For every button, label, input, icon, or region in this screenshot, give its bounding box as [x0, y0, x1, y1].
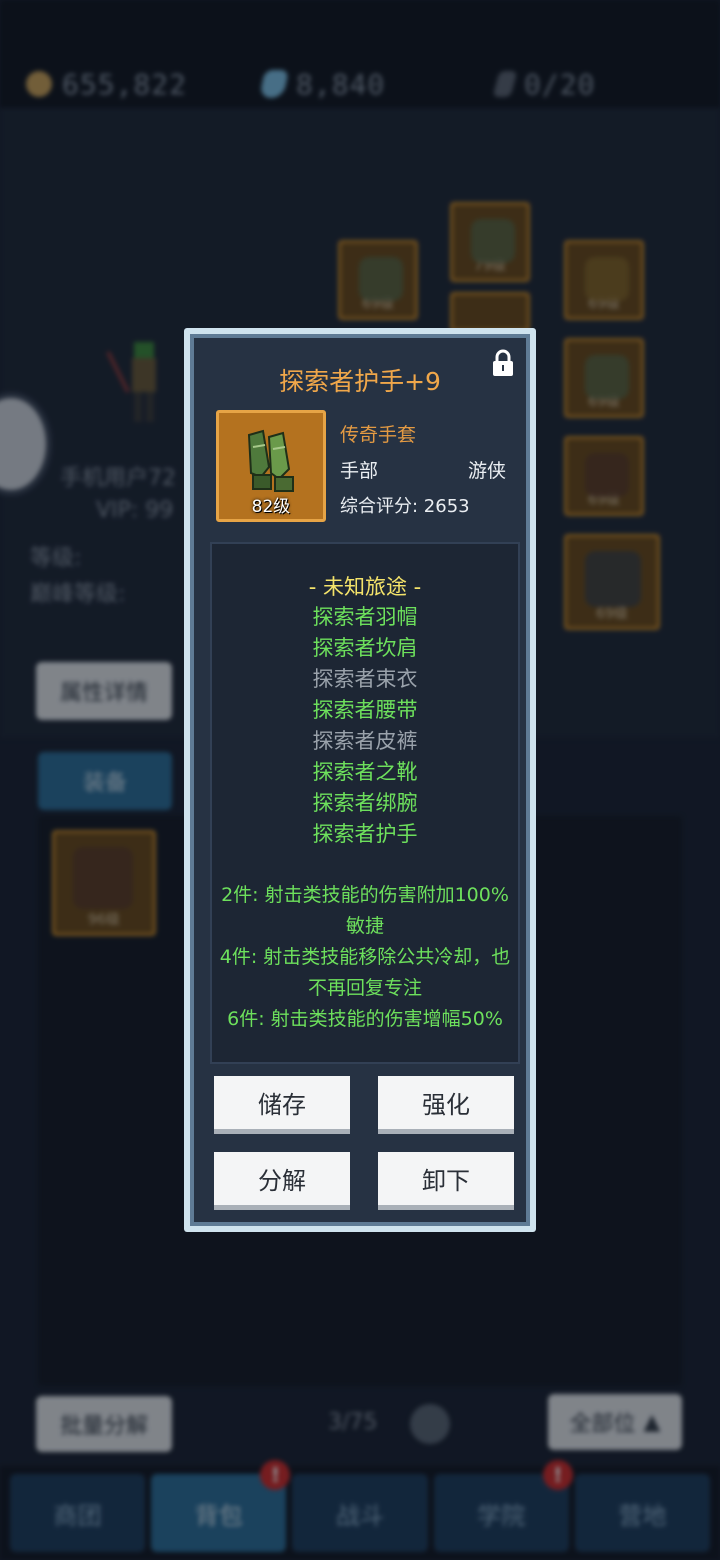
set-bonus-4: 4件: 射击类技能移除公共冷却，也不再回复专注 — [219, 946, 511, 999]
store-button[interactable]: 储存 — [214, 1076, 350, 1134]
set-piece: 探索者坎肩 — [312, 636, 418, 660]
set-bonus-2: 2件: 射击类技能的伤害附加100%敏捷 — [221, 884, 509, 937]
unequip-button[interactable]: 卸下 — [378, 1152, 514, 1210]
enhance-button[interactable]: 强化 — [378, 1076, 514, 1134]
set-piece-list: 探索者羽帽 探索者坎肩 探索者束衣 探索者腰带 探索者皮裤 探索者之靴 探索者绑… — [212, 602, 518, 850]
set-piece: 探索者之靴 — [312, 760, 418, 784]
green-glove-icon — [247, 429, 294, 492]
set-piece: 探索者束衣 — [312, 667, 418, 691]
item-name: 探索者护手+9 — [279, 367, 441, 396]
dismantle-button[interactable]: 分解 — [214, 1152, 350, 1210]
lock-icon[interactable] — [490, 348, 516, 378]
set-piece: 探索者腰带 — [312, 698, 418, 722]
set-description-panel: - 未知旅途 - 探索者羽帽 探索者坎肩 探索者束衣 探索者腰带 探索者皮裤 探… — [210, 542, 520, 1064]
set-bonus-6: 6件: 射击类技能的伤害增幅50% — [227, 1008, 503, 1030]
item-score: 综合评分: 2653 — [340, 496, 470, 517]
set-piece: 探索者皮裤 — [312, 729, 418, 753]
item-class: 游侠 — [467, 460, 506, 482]
set-piece: 探索者护手 — [312, 822, 418, 846]
set-bonus-list: 2件: 射击类技能的伤害附加100%敏捷 4件: 射击类技能移除公共冷却，也不再… — [212, 880, 518, 1035]
set-name: - 未知旅途 - — [308, 575, 422, 599]
item-detail-dialog: 探索者护手+9 82级 传奇手套 手部 游侠 综合评分: 2653 - 未知旅途… — [184, 328, 536, 1232]
set-piece: 探索者绑腕 — [312, 791, 418, 815]
item-slot: 手部 — [340, 460, 379, 482]
set-piece: 探索者羽帽 — [312, 605, 418, 629]
item-level: 82级 — [251, 497, 291, 517]
item-icon-frame: 82级 — [216, 410, 326, 522]
item-quality: 传奇手套 — [340, 424, 417, 446]
